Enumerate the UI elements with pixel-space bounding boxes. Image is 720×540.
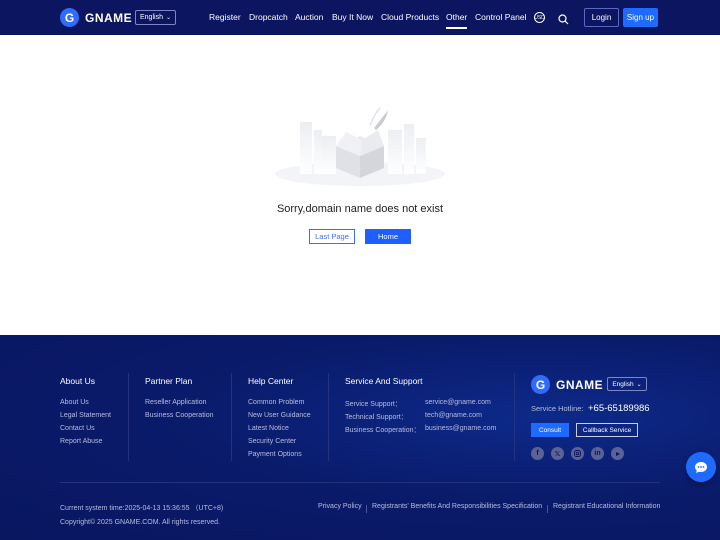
gname-logo-icon: G [60, 8, 79, 27]
footer-divider [514, 373, 515, 461]
footer-link-business-cooperation[interactable]: Business Cooperation [145, 412, 214, 419]
chevron-down-icon: ⌄ [165, 15, 171, 21]
link-separator [547, 505, 548, 513]
system-time: Current system time:2025-04-13 15:36:55 … [60, 505, 224, 512]
consult-button[interactable]: Consult [531, 423, 569, 437]
footer-partner-title: Partner Plan [145, 376, 193, 386]
login-button[interactable]: Login [584, 8, 619, 27]
logo-text: GNAME [85, 10, 133, 25]
footer: About Us About Us Legal Statement Contac… [0, 335, 720, 540]
nav-register[interactable]: Register [209, 12, 241, 22]
callback-service-button[interactable]: Callback Service [576, 423, 638, 437]
top-nav-bar: G GNAME English ⌄ Register Dropcatch Auc… [0, 0, 720, 35]
facebook-icon[interactable]: f [531, 447, 544, 460]
footer-link-latest-notice[interactable]: Latest Notice [248, 425, 289, 432]
gname-logo-icon: G [531, 375, 550, 394]
privacy-policy-link[interactable]: Privacy Policy [318, 503, 362, 510]
footer-divider [231, 373, 232, 461]
footer-link-about-us[interactable]: About Us [60, 399, 89, 406]
gname-logo[interactable]: G GNAME [60, 8, 132, 27]
currency-icon[interactable]: USD [534, 12, 545, 23]
chevron-down-icon: ⌄ [636, 381, 642, 388]
footer-logo-text: GNAME [556, 377, 604, 392]
instagram-icon[interactable] [571, 447, 584, 460]
footer-link-security-center[interactable]: Security Center [248, 438, 296, 445]
link-separator [366, 505, 367, 513]
copyright: Copyright© 2025 GNAME.COM. All rights re… [60, 519, 220, 526]
footer-link-contact-us[interactable]: Contact Us [60, 425, 95, 432]
language-label: English [140, 14, 163, 21]
footer-link-reseller-application[interactable]: Reseller Application [145, 399, 206, 406]
footer-link-legal-statement[interactable]: Legal Statement [60, 412, 111, 419]
signup-button[interactable]: Sign up [623, 8, 658, 27]
home-button[interactable]: Home [365, 229, 411, 244]
footer-about-title: About Us [60, 376, 95, 386]
footer-link-common-problem[interactable]: Common Problem [248, 399, 304, 406]
language-selector[interactable]: English ⌄ [135, 10, 176, 25]
support-label-business: Business Cooperation： [345, 427, 421, 434]
support-label-service: Service Support： [345, 401, 402, 408]
nav-dropcatch[interactable]: Dropcatch [249, 12, 288, 22]
footer-language-label: English [612, 380, 634, 388]
registrants-benefits-link[interactable]: Registrants' Benefits And Responsibiliti… [372, 503, 542, 510]
x-icon[interactable]: 𝕏 [551, 447, 564, 460]
support-email-business[interactable]: business@gname.com [425, 425, 496, 432]
footer-divider [328, 373, 329, 461]
footer-help-title: Help Center [248, 376, 294, 386]
footer-divider [128, 373, 129, 461]
nav-buy-it-now[interactable]: Buy It Now [332, 12, 373, 22]
last-page-button[interactable]: Last Page [309, 229, 355, 244]
chat-icon [695, 461, 707, 473]
footer-link-payment-options[interactable]: Payment Options [248, 451, 302, 458]
nav-cloud-products[interactable]: Cloud Products [381, 12, 439, 22]
footer-support-title: Service And Support [345, 376, 423, 386]
linkedin-icon[interactable]: in [591, 447, 604, 460]
hotline-number: +65-65189986 [588, 403, 650, 414]
youtube-icon[interactable] [611, 447, 624, 460]
empty-box-illustration [275, 107, 445, 186]
footer-language-selector[interactable]: English ⌄ [607, 377, 647, 391]
registrant-education-link[interactable]: Registrant Educational Information [553, 503, 660, 510]
support-label-technical: Technical Support： [345, 414, 408, 421]
hotline-label: Service Hotline: [531, 404, 584, 413]
nav-auction[interactable]: Auction [295, 12, 323, 22]
search-icon[interactable] [558, 12, 569, 30]
nav-control-panel[interactable]: Control Panel [475, 12, 527, 22]
chat-support-button[interactable] [686, 452, 716, 482]
footer-link-new-user-guidance[interactable]: New User Guidance [248, 412, 311, 419]
error-message: Sorry,domain name does not exist [276, 203, 444, 215]
footer-link-report-abuse[interactable]: Report Abuse [60, 438, 102, 445]
currency-icon-label: USD [534, 14, 545, 21]
footer-gname-logo[interactable]: G GNAME [531, 375, 603, 394]
support-email-service[interactable]: service@gname.com [425, 399, 491, 406]
nav-other[interactable]: Other [446, 12, 468, 29]
footer-horizontal-divider [60, 482, 660, 483]
support-email-technical[interactable]: tech@gname.com [425, 412, 482, 419]
